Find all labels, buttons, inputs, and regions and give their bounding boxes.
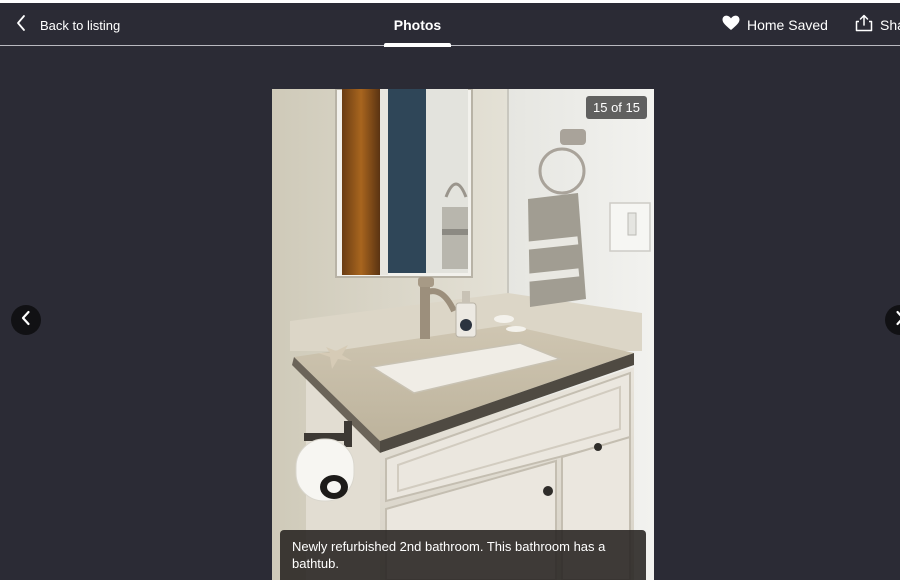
previous-photo-button[interactable] <box>11 305 41 335</box>
chevron-right-icon <box>895 310 900 331</box>
back-to-listing-link[interactable]: Back to listing <box>16 14 120 36</box>
listing-photo: 15 of 15 Newly refurbished 2nd bathroom.… <box>272 89 654 580</box>
next-photo-button[interactable] <box>885 305 900 335</box>
bathroom-vanity-image <box>272 89 654 580</box>
heart-icon <box>722 15 740 36</box>
photo-counter: 15 of 15 <box>586 96 647 119</box>
share-button[interactable]: Share <box>855 14 900 36</box>
chevron-left-icon <box>21 310 31 331</box>
home-saved-button[interactable]: Home Saved <box>722 14 828 36</box>
photo-viewer: 15 of 15 Newly refurbished 2nd bathroom.… <box>0 47 900 580</box>
chevron-left-icon <box>16 14 26 37</box>
home-saved-label: Home Saved <box>747 17 828 33</box>
share-label: Share <box>880 17 900 33</box>
share-icon <box>855 14 873 37</box>
back-label: Back to listing <box>40 17 121 33</box>
photo-caption: Newly refurbished 2nd bathroom. This bat… <box>280 530 646 580</box>
viewer-header: Back to listing Photos Home Saved Share <box>0 3 900 47</box>
tab-photos[interactable]: Photos <box>384 3 451 47</box>
